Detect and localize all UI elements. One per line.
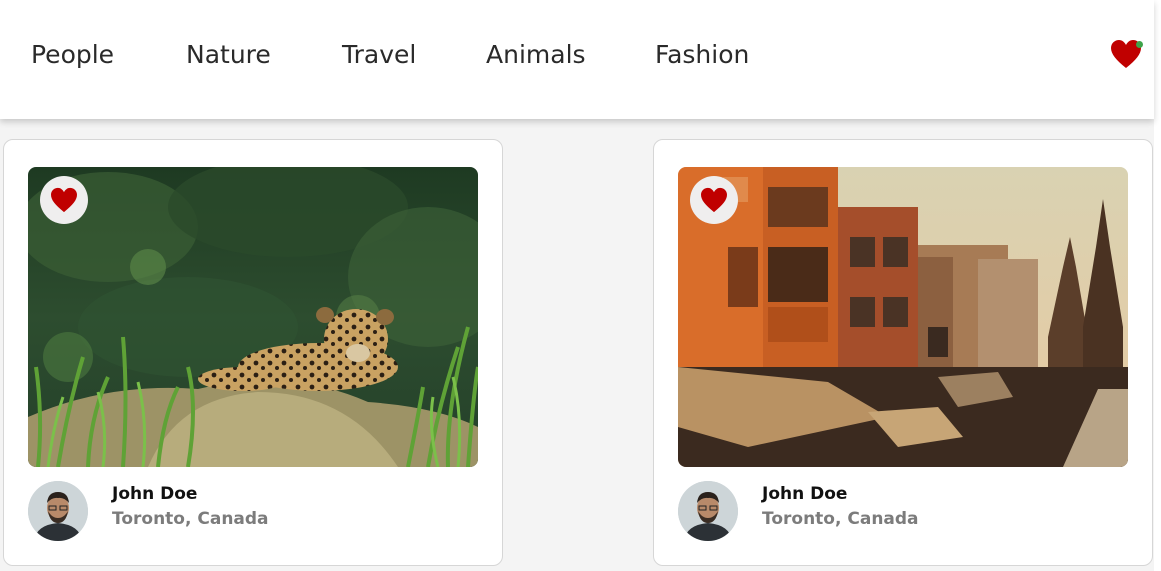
- nav-item-nature[interactable]: Nature: [186, 40, 271, 69]
- nav-item-travel[interactable]: Travel: [342, 40, 416, 69]
- author-name[interactable]: John Doe: [112, 484, 197, 504]
- author-name[interactable]: John Doe: [762, 484, 847, 504]
- photo-jaguar[interactable]: [28, 167, 478, 467]
- nav-item-people[interactable]: People: [31, 40, 114, 69]
- photo-card: John Doe Toronto, Canada: [653, 139, 1153, 566]
- avatar[interactable]: [678, 481, 738, 541]
- author-location: Toronto, Canada: [112, 509, 269, 529]
- heart-icon: [51, 187, 77, 213]
- author-location: Toronto, Canada: [762, 509, 919, 529]
- favorite-button[interactable]: [690, 176, 738, 224]
- photo-city[interactable]: [678, 167, 1128, 467]
- avatar[interactable]: [28, 481, 88, 541]
- favorites-button[interactable]: [1110, 39, 1143, 69]
- nav-item-fashion[interactable]: Fashion: [655, 40, 749, 69]
- favorite-button[interactable]: [40, 176, 88, 224]
- scrollbar-track: [1154, 0, 1161, 571]
- heart-icon: [701, 187, 727, 213]
- nav-item-animals[interactable]: Animals: [486, 40, 586, 69]
- top-navbar: People Nature Travel Animals Fashion: [0, 0, 1154, 119]
- notification-dot: [1136, 41, 1143, 48]
- photo-card: John Doe Toronto, Canada: [3, 139, 503, 566]
